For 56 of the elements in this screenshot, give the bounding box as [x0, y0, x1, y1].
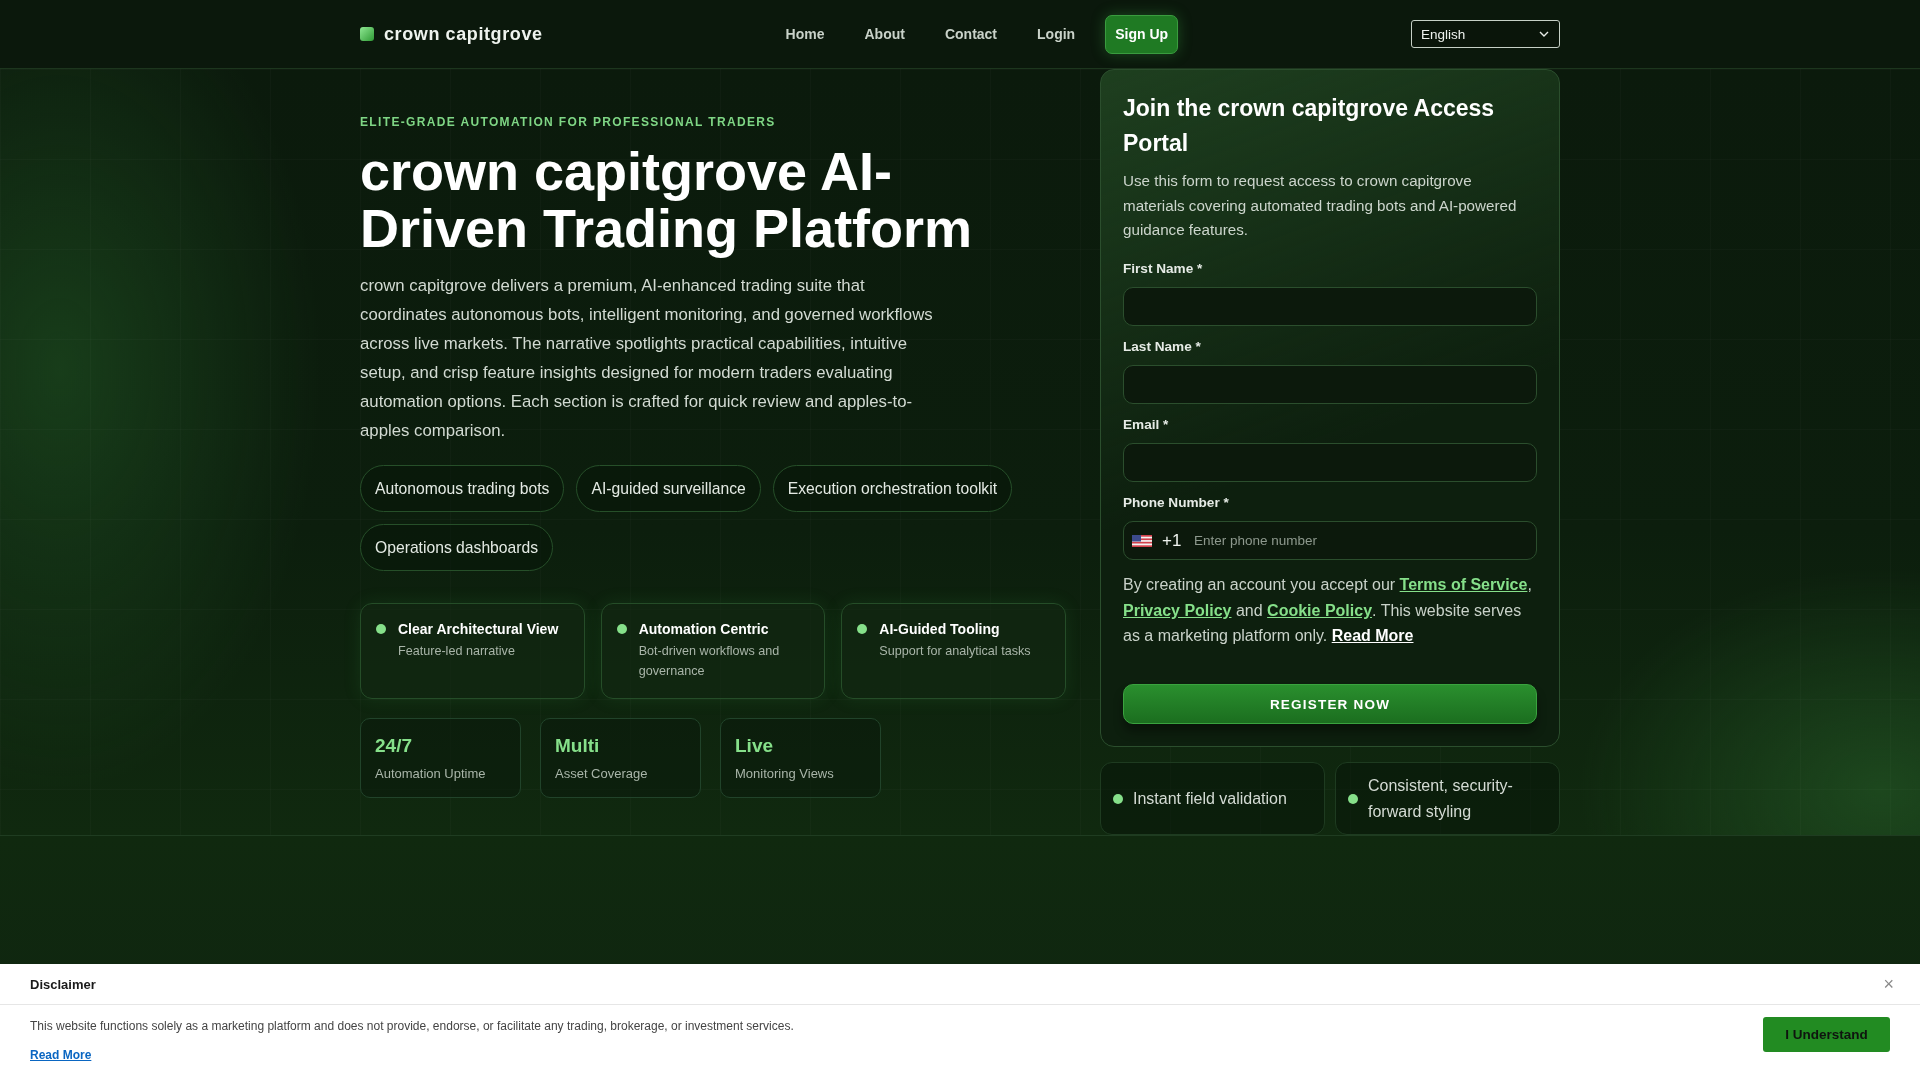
eyebrow-text: ELITE-GRADE AUTOMATION FOR PROFESSIONAL TRADERS	[360, 114, 777, 130]
feature-tag: Operations dashboards	[360, 524, 554, 571]
stat-label: Automation Uptime	[375, 765, 487, 783]
read-more-link[interactable]: Read More	[30, 1047, 92, 1063]
dot-icon	[857, 624, 868, 634]
dot-icon	[376, 624, 386, 634]
stat-label: Monitoring Views	[735, 765, 835, 783]
feature-text: Bot-driven workflows and governance	[638, 643, 781, 680]
field-label: Phone Number *	[1123, 493, 1230, 511]
stat-value: Multi	[555, 734, 601, 758]
field-label: Email *	[1123, 415, 1170, 433]
form-description: Use this form to request access to crown capitgrove materials covering automated trading bots and AI-powered guidance features.	[1123, 171, 1518, 241]
dot-icon	[1348, 793, 1358, 804]
feature-title: Clear Architectural View	[398, 620, 559, 638]
field-label: Last Name *	[1123, 337, 1202, 355]
language-select[interactable]: English	[1411, 20, 1560, 48]
caret-icon	[1539, 31, 1549, 37]
form-title: Join the crown capitgrove Access Portal	[1123, 94, 1496, 158]
disclaimer-title: Disclaimer	[30, 976, 96, 992]
feature-title: Automation Centric	[638, 620, 770, 638]
nav-link[interactable]: Login	[1027, 25, 1086, 43]
stat-value: Live	[735, 734, 775, 758]
nav-link[interactable]: Contact	[934, 25, 1008, 43]
dot-icon	[1113, 793, 1123, 804]
disclaimer-text: This website functions solely as a marketing platform and does not provide, endorse, or facilitate any trading, brokerage, or investment services.	[30, 1018, 794, 1034]
feature-text: Support for analytical tasks	[879, 643, 1031, 660]
field-label: First Name *	[1123, 259, 1204, 277]
nav-link[interactable]: About	[854, 25, 915, 43]
input-field[interactable]	[1123, 286, 1537, 326]
input-field[interactable]	[1123, 442, 1537, 482]
highlight-text: Instant field validation	[1133, 788, 1287, 809]
consent-text: By creating an account you accept our Terms of Service, Privacy Policy and Cookie Policy. This website serves as a marketing platform only. Read More	[1123, 574, 1533, 647]
close-button[interactable]: ×	[1881, 974, 1896, 994]
stat-label: Asset Coverage	[555, 765, 649, 783]
input-field[interactable]	[1123, 364, 1537, 404]
intro-text: crown capitgrove delivers a premium, AI-enhanced trading suite that coordinates autonomous bots, intelligent monitoring, and governed workflows across live markets. The narrative spotlights practical capabilities, intuitive setup, and crisp feature insights designed for modern traders evaluating automation options. Each section is crafted for quick review and apples-to-apples comparison.	[360, 275, 934, 442]
logo-icon	[360, 27, 374, 41]
feature-tag: Execution orchestration toolkit	[772, 465, 1013, 512]
read-more-link[interactable]: Read More	[1331, 627, 1414, 645]
nav-link[interactable]: Home	[775, 25, 835, 43]
dot-icon	[616, 624, 627, 634]
stat-value: 24/7	[375, 734, 413, 758]
understand-button[interactable]: I Understand	[1763, 1017, 1890, 1052]
sign-up-button[interactable]: Sign Up	[1105, 14, 1179, 54]
feature-tag: Autonomous trading bots	[360, 465, 565, 512]
feature-title: AI-Guided Tooling	[879, 620, 1001, 638]
feature-tag: AI-guided surveillance	[576, 465, 761, 512]
feature-text: Feature-led narrative	[398, 643, 516, 660]
policy-link[interactable]: Privacy Policy	[1123, 601, 1232, 619]
policy-link[interactable]: Cookie Policy	[1267, 601, 1373, 619]
country-code: +1	[1162, 530, 1182, 551]
hero-title: crown capitgrove AI-Driven Trading Platform	[360, 143, 974, 257]
brand-name[interactable]: crown capitgrove	[384, 23, 543, 45]
highlight-text: Consistent, security-forward styling	[1368, 775, 1514, 822]
register-button[interactable]: REGISTER NOW	[1123, 684, 1537, 725]
policy-link[interactable]: Terms of Service	[1399, 575, 1528, 593]
